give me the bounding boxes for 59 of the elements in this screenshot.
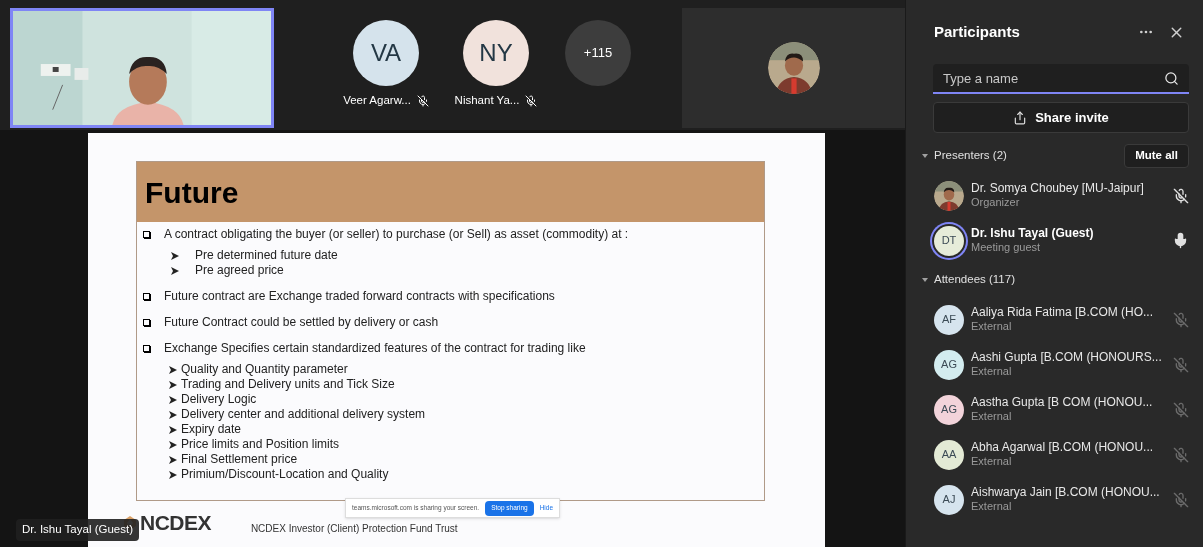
mute-all-button[interactable]: Mute all [1124,144,1189,168]
search-icon[interactable] [1164,71,1179,86]
sub-bullet-text: Price limits and Position limits [181,437,340,452]
avatar: AJ [934,484,964,515]
sub-bullet-text: Trading and Delivery units and Tick Size [181,377,395,392]
sub-bullet-text: Pre agreed price [195,263,284,278]
sub-bullet-text: Quality and Quantity parameter [181,362,348,377]
avatar: AG [934,394,964,425]
participant-role: External [971,365,1013,379]
slide-footer: NCDEX Investor (Client) Protection Fund Trust [250,521,458,537]
logo-text: NCDEX [140,510,211,536]
overflow-count[interactable]: +115 [565,20,631,86]
bullet-text: A contract obligating the buyer (or seller) to purchase (or Sell) as asset (commodity) at : [164,226,629,242]
section-label[interactable]: Presenters (2) [934,147,1125,165]
participant-role: Meeting guest [971,241,1042,255]
participant-name: Veer Agarw... [343,93,411,108]
participant-role: External [971,500,1013,514]
participant-name: Aishwarya Jain [B.COM (HONOU... [971,485,1161,501]
participant-role: External [971,455,1013,469]
bullet-box-icon [143,292,150,300]
sub-bullet-text: Final Settlement price [181,452,298,467]
mic-off-icon [416,94,429,107]
sub-bullet-text: Expiry date [181,422,242,437]
bullet-text: Future Contract could be settled by delivery or cash [164,314,439,330]
sub-bullet-text: Delivery center and additional delivery system [181,407,426,422]
participant-name: Aashi Gupta [B.COM (HONOURS... [971,350,1163,366]
name-tag: Dr. Ishu Tayal (Guest) [16,519,139,541]
search-field[interactable]: Type a name [933,64,1189,94]
participant-name: Dr. Ishu Tayal (Guest) [971,226,1095,242]
avatar: AG [934,349,964,380]
participant-role: External [971,410,1013,424]
share-invite-button[interactable]: Share invite [933,102,1189,133]
share-icon [1013,110,1028,125]
participant-avatar: NY [463,20,529,86]
bullet-box-icon [143,230,150,238]
section-label[interactable]: Attendees (117) [934,271,1189,289]
bullet-text: Exchange Specifies certain standardized features of the contract for trading like [164,340,586,356]
participant-role: Organizer [971,196,1021,210]
participant-role: External [971,320,1013,334]
participant-name: Dr. Somya Choubey [MU-Jaipur] [971,181,1145,197]
sub-bullet-text: Pre determined future date [195,248,338,263]
participant-name: Aaliya Rida Fatima [B.COM (HO... [971,305,1155,321]
avatar: DT [934,225,964,256]
caret-icon[interactable] [922,153,928,159]
participant-avatar: VA [353,20,419,86]
bullet-box-icon [143,318,150,326]
caret-icon[interactable] [922,277,928,283]
participant-name: Nishant Ya... [454,93,520,108]
participant-name: Abha Agarwal [B.COM (HONOU... [971,440,1155,456]
participant-name: Aastha Gupta [B COM (HONOU... [971,395,1154,411]
bullet-box-icon [143,344,150,352]
mic-off-icon [525,94,538,107]
bullet-text: Future contract are Exchange traded forward contracts with specifications [164,288,555,304]
slide-title: Future [145,174,239,211]
avatar: AF [934,304,964,335]
sub-bullet-text: Primium/Discount-Location and Quality [181,467,389,482]
avatar: AA [934,439,964,470]
panel-title: Participants [934,21,1021,42]
sub-bullet-text: Delivery Logic [181,392,257,407]
